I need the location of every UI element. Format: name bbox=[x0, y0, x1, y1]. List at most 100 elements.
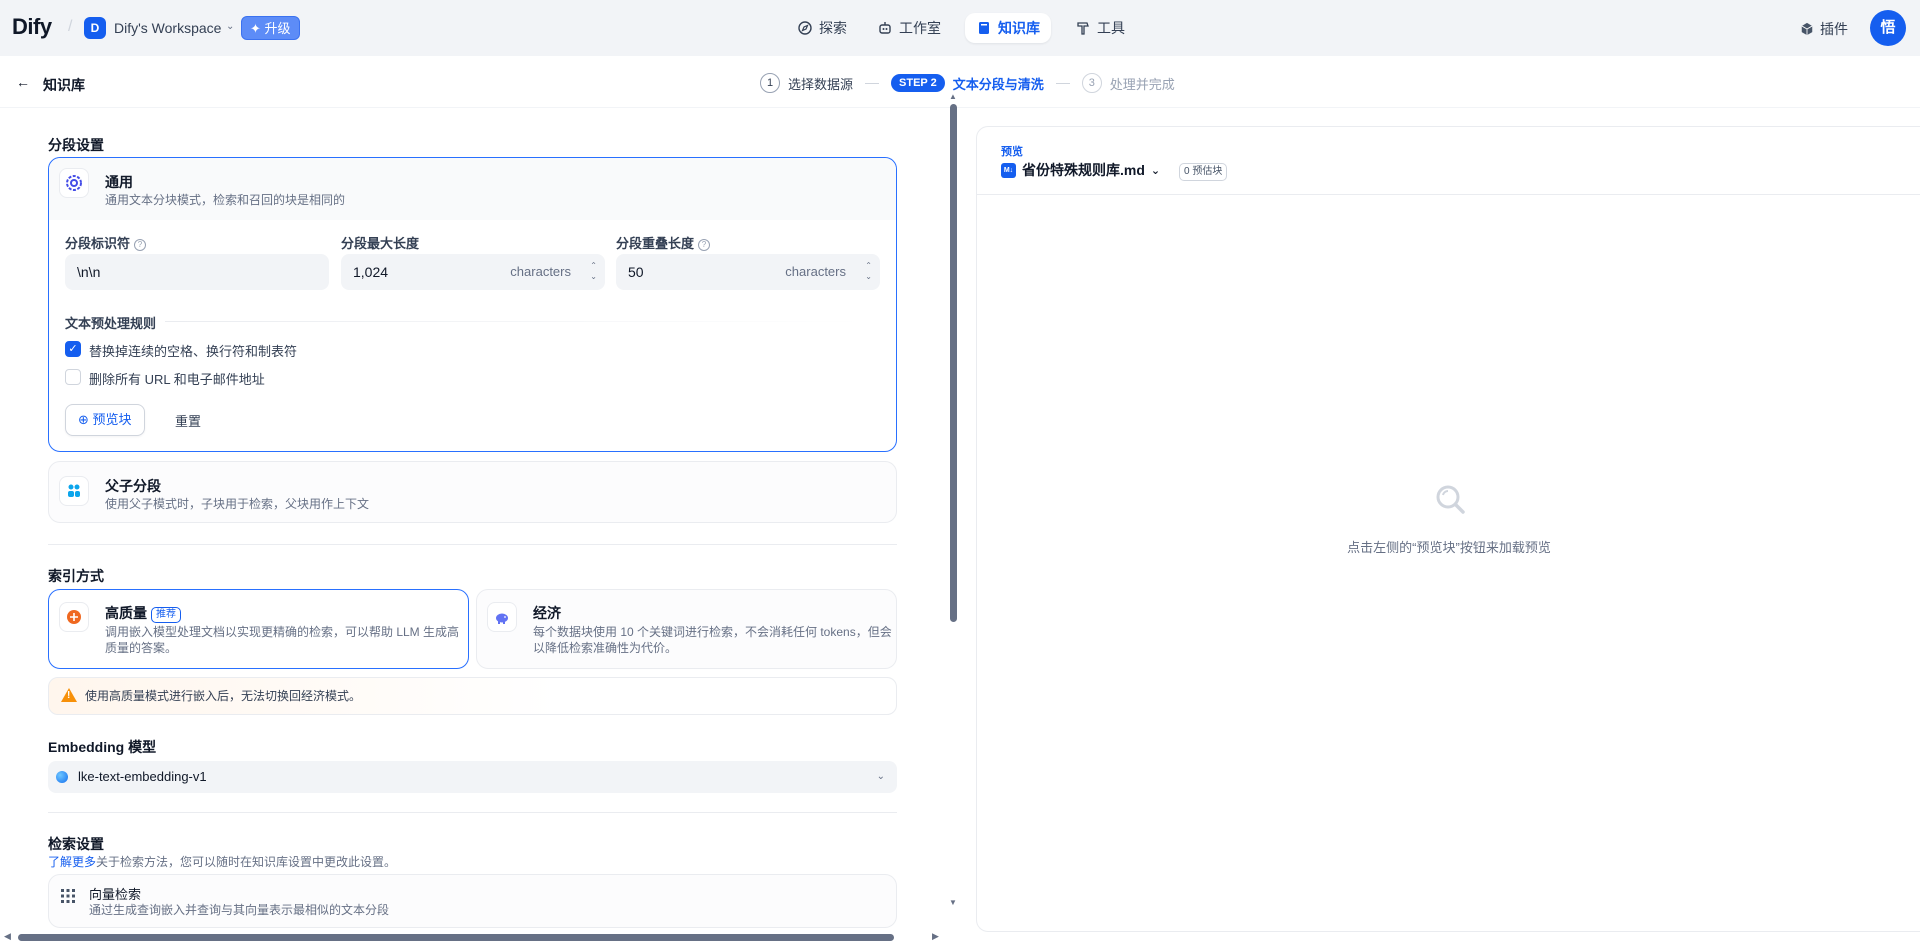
vector-search-title: 向量检索 bbox=[89, 887, 142, 902]
chevron-down-icon: ⌄ bbox=[1150, 164, 1161, 177]
max-length-label: 分段最大长度 bbox=[341, 236, 420, 251]
nav-studio[interactable]: 工作室 bbox=[866, 13, 952, 43]
retrieval-settings-title: 检索设置 bbox=[48, 836, 104, 852]
high-quality-card[interactable]: 高质量 推荐 调用嵌入模型处理文档以实现更精确的检索，可以帮助 LLM 生成高质量… bbox=[48, 589, 469, 669]
parent-child-desc: 使用父子模式时，子块用于检索，父块用作上下文 bbox=[105, 497, 370, 511]
breadcrumb-separator: / bbox=[68, 18, 73, 35]
scroll-down-icon[interactable]: ▼ bbox=[949, 898, 957, 907]
sparkle-icon bbox=[59, 602, 89, 632]
rule1-label: 替换掉连续的空格、换行符和制表符 bbox=[89, 344, 298, 359]
compass-icon bbox=[798, 21, 812, 35]
preprocess-rules-title: 文本预处理规则 bbox=[65, 316, 157, 331]
stepper-arrows-icon[interactable]: ⌃ ⌄ bbox=[590, 260, 597, 282]
cube-icon bbox=[1801, 22, 1813, 36]
step2-pill: STEP 2 bbox=[891, 74, 945, 92]
economy-desc: 每个数据块使用 10 个关键词进行检索，不会消耗任何 tokens，但会以降低检… bbox=[533, 625, 892, 655]
economy-card[interactable]: 经济 每个数据块使用 10 个关键词进行检索，不会消耗任何 tokens，但会以… bbox=[476, 589, 897, 669]
preview-chunks-label: 预览块 bbox=[92, 412, 132, 427]
upgrade-button[interactable]: ✦ 升级 bbox=[241, 16, 300, 40]
retrieval-hint-text: 关于检索方法，您可以随时在知识库设置中更改此设置。 bbox=[96, 855, 397, 869]
general-mode-card[interactable]: 通用 通用文本分块模式，检索和召回的块是相同的 分段标识符? \n\n 分段最大… bbox=[48, 157, 897, 452]
scroll-right-icon[interactable]: ▶ bbox=[932, 931, 939, 942]
overlap-label: 分段重叠长度? bbox=[616, 233, 711, 252]
stepper: 1 选择数据源 STEP 2 文本分段与清洗 3 处理并完成 bbox=[760, 73, 1175, 93]
back-label[interactable]: 知识库 bbox=[43, 75, 85, 95]
workspace-avatar[interactable]: D bbox=[84, 17, 106, 39]
nav-tools[interactable]: 工具 bbox=[1064, 13, 1136, 43]
section-divider bbox=[48, 812, 897, 813]
delimiter-value: \n\n bbox=[77, 264, 101, 280]
recommended-badge: 推荐 bbox=[151, 607, 181, 623]
warning-icon bbox=[61, 688, 77, 702]
plugins-button[interactable]: 插件 bbox=[1800, 19, 1848, 39]
retrieval-hint: 了解更多关于检索方法，您可以随时在知识库设置中更改此设置。 bbox=[48, 854, 396, 870]
delimiter-label: 分段标识符? bbox=[65, 233, 147, 252]
vertical-scroll-thumb[interactable] bbox=[950, 104, 957, 622]
scroll-left-icon[interactable]: ◀ bbox=[4, 931, 11, 942]
nav-knowledge[interactable]: 知识库 bbox=[965, 13, 1051, 43]
max-length-input[interactable]: 1,024 characters ⌃ ⌄ bbox=[341, 254, 605, 290]
delimiter-label-text: 分段标识符 bbox=[65, 236, 131, 251]
max-length-value: 1,024 bbox=[353, 264, 389, 280]
warning-text: 使用高质量模式进行嵌入后，无法切换回经济模式。 bbox=[85, 689, 362, 703]
step-header: ← 知识库 1 选择数据源 STEP 2 文本分段与清洗 3 处理并完成 bbox=[0, 56, 1920, 108]
high-quality-title: 高质量 推荐 bbox=[105, 603, 181, 623]
overlap-input[interactable]: 50 characters ⌃ ⌄ bbox=[616, 254, 880, 290]
section-divider bbox=[48, 544, 897, 545]
scroll-up-icon[interactable]: ▲ bbox=[949, 92, 957, 101]
high-quality-desc: 调用嵌入模型处理文档以实现更精确的检索，可以帮助 LLM 生成高质量的答案。 bbox=[105, 625, 460, 655]
upgrade-label: 升级 bbox=[264, 21, 291, 36]
parent-child-mode-card[interactable]: 父子分段 使用父子模式时，子块用于检索，父块用作上下文 bbox=[48, 461, 897, 523]
rules-divider bbox=[165, 321, 865, 322]
dify-logo[interactable]: Dify bbox=[12, 14, 52, 40]
preview-chunks-button[interactable]: ⊕ 预览块 bbox=[65, 404, 145, 436]
chevron-down-icon[interactable]: ⌄ bbox=[226, 21, 234, 32]
horizontal-scrollbar[interactable]: ◀ ▶ bbox=[0, 931, 945, 943]
reset-button[interactable]: 重置 bbox=[175, 411, 201, 430]
top-nav: Dify / D Dify's Workspace ⌄ ✦ 升级 探索 工作室 … bbox=[0, 0, 1920, 56]
back-arrow-icon[interactable]: ← bbox=[16, 74, 30, 90]
embedding-model-select[interactable]: lke-text-embedding-v1 ⌄ bbox=[48, 761, 897, 793]
hammer-icon bbox=[1077, 22, 1089, 35]
embedding-model-value: lke-text-embedding-v1 bbox=[78, 769, 207, 784]
nav-explore[interactable]: 探索 bbox=[786, 13, 858, 43]
nav-knowledge-label: 知识库 bbox=[998, 20, 1040, 36]
markdown-file-icon: M↓ bbox=[1001, 162, 1016, 178]
preview-label: 预览 bbox=[1001, 146, 1023, 158]
nav-tools-label: 工具 bbox=[1097, 20, 1125, 36]
index-method-title: 索引方式 bbox=[48, 568, 104, 584]
rule2-checkbox[interactable] bbox=[65, 369, 81, 385]
overlap-unit: characters bbox=[785, 264, 846, 279]
step-separator bbox=[865, 82, 880, 84]
horizontal-scroll-thumb[interactable] bbox=[18, 934, 894, 941]
parent-child-title: 父子分段 bbox=[105, 478, 161, 494]
main-content: ← 知识库 1 选择数据源 STEP 2 文本分段与清洗 3 处理并完成 分段设… bbox=[0, 56, 1920, 945]
preview-file-select[interactable]: M↓ 省份特殊规则库.md ⌄ bbox=[1001, 160, 1160, 180]
step1-label: 选择数据源 bbox=[788, 76, 854, 92]
step3-label: 处理并完成 bbox=[1109, 76, 1175, 92]
help-icon[interactable]: ? bbox=[698, 239, 711, 251]
robot-icon bbox=[879, 22, 891, 34]
economy-title: 经济 bbox=[533, 605, 561, 621]
general-card-header bbox=[49, 158, 896, 220]
learn-more-link[interactable]: 了解更多 bbox=[48, 855, 96, 869]
max-length-unit: characters bbox=[510, 264, 571, 279]
stepper-arrows-icon[interactable]: ⌃ ⌄ bbox=[865, 260, 872, 282]
user-avatar[interactable]: 悟 bbox=[1870, 10, 1906, 46]
rule1-checkbox[interactable]: ✓ bbox=[65, 341, 81, 357]
embedding-model-title: Embedding 模型 bbox=[48, 739, 157, 755]
gear-icon bbox=[59, 168, 89, 198]
estimated-chunks-badge: 0 预估块 bbox=[1179, 163, 1228, 181]
nav-explore-label: 探索 bbox=[819, 20, 847, 36]
grid-icon bbox=[61, 889, 75, 903]
workspace-name[interactable]: Dify's Workspace bbox=[114, 20, 221, 36]
step1-number: 1 bbox=[760, 73, 780, 93]
preview-divider bbox=[977, 194, 1920, 195]
step2-label: 文本分段与清洗 bbox=[952, 76, 1044, 92]
vertical-scrollbar[interactable]: ▲ ▼ bbox=[948, 92, 958, 907]
help-icon[interactable]: ? bbox=[134, 239, 147, 251]
vector-search-desc: 通过生成查询嵌入并查询与其向量表示最相似的文本分段 bbox=[89, 903, 390, 917]
delimiter-input[interactable]: \n\n bbox=[65, 254, 329, 290]
nav-studio-label: 工作室 bbox=[899, 20, 941, 36]
vector-search-card[interactable]: 向量检索 通过生成查询嵌入并查询与其向量表示最相似的文本分段 bbox=[48, 874, 897, 928]
